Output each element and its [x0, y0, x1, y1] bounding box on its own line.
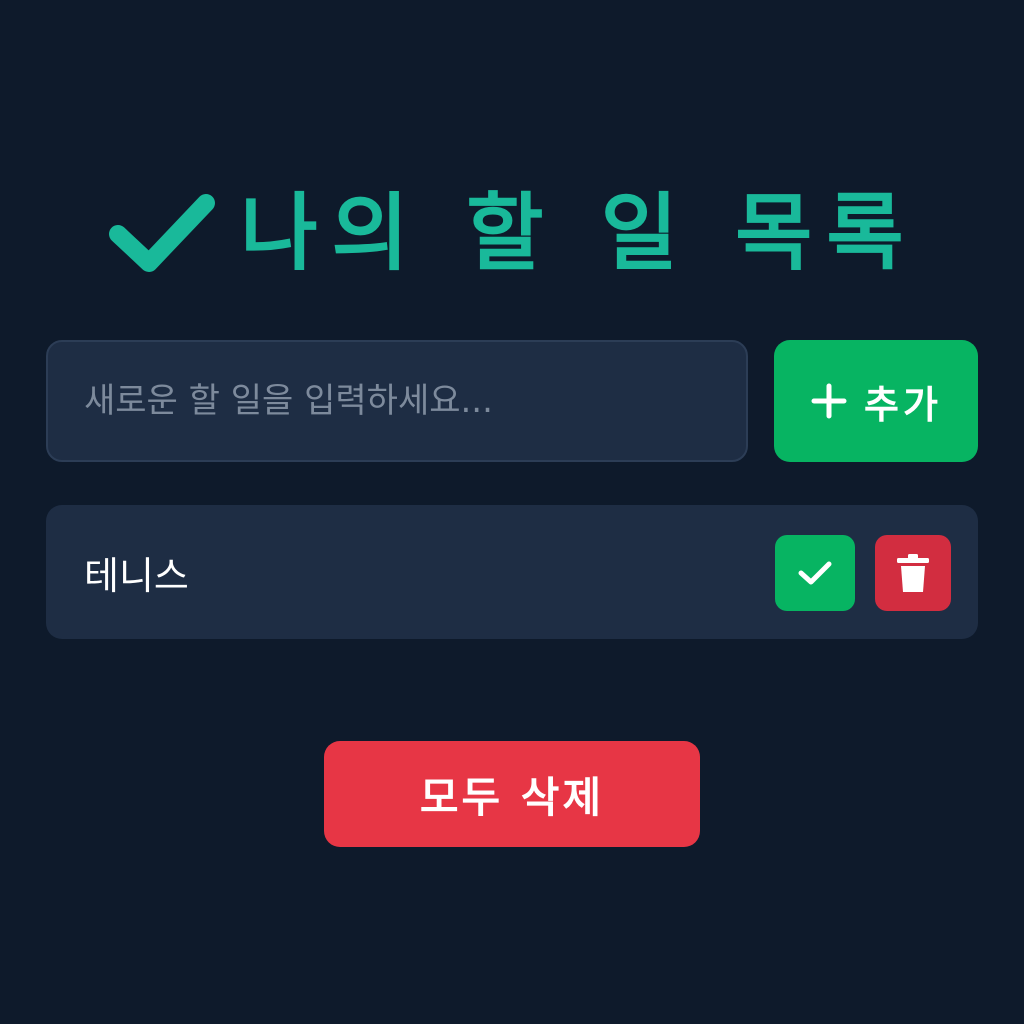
delete-todo-button[interactable]: [875, 535, 951, 611]
todo-item: 테니스: [46, 505, 978, 639]
clear-all-label: 모두 삭제: [419, 772, 605, 822]
complete-todo-button[interactable]: [775, 535, 855, 611]
page-header: 나의 할 일 목록: [0, 178, 1024, 288]
check-icon: [798, 561, 832, 585]
new-todo-input-container[interactable]: [46, 340, 748, 462]
add-todo-button[interactable]: 추가: [774, 340, 978, 462]
todo-text: 테니스: [84, 553, 189, 598]
new-todo-input[interactable]: [82, 380, 712, 422]
clear-all-button[interactable]: 모두 삭제: [324, 741, 700, 847]
add-button-label: 추가: [864, 382, 942, 427]
title-check-icon: [109, 194, 216, 272]
todo-page: 나의 할 일 목록 추가 테니스 모두 삭제: [0, 0, 1024, 1024]
plus-icon: [811, 383, 847, 419]
page-title: 나의 할 일 목록: [240, 184, 918, 282]
trash-icon: [897, 554, 929, 592]
